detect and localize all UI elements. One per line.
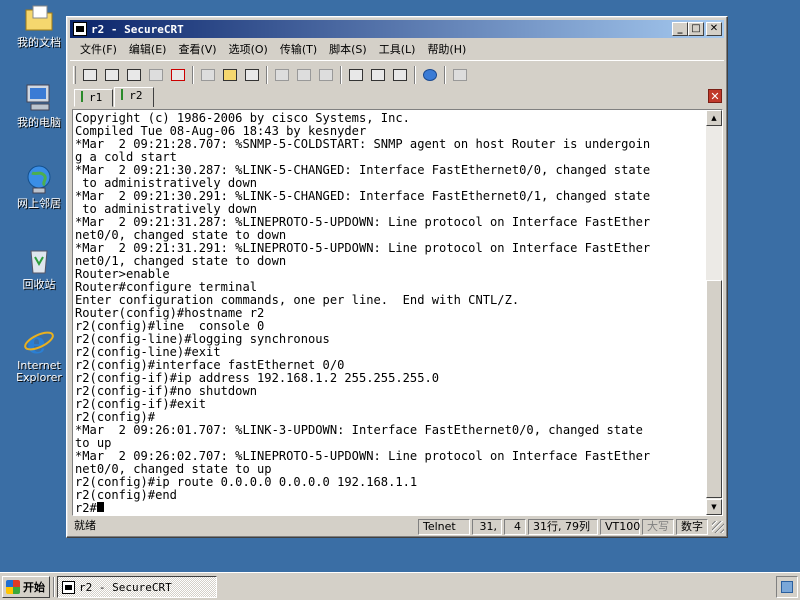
- session-tab-bar: r1 r2 ✕: [70, 87, 724, 107]
- start-label: 开始: [23, 581, 45, 594]
- resize-grip-icon[interactable]: [712, 521, 724, 533]
- desktop-icon-my-computer[interactable]: 我的电脑: [8, 82, 70, 129]
- print-icon[interactable]: [271, 65, 293, 85]
- title-bar[interactable]: r2 - SecureCRT _ □ ✕: [70, 20, 724, 38]
- window-title: r2 - SecureCRT: [91, 22, 184, 36]
- terminal-line: r2(config-if)#exit: [75, 397, 207, 411]
- terminal-output[interactable]: Copyright (c) 1986-2006 by cisco Systems…: [75, 112, 706, 512]
- vertical-scrollbar[interactable]: ▲ ▼: [706, 110, 722, 515]
- terminal-area[interactable]: Copyright (c) 1986-2006 by cisco Systems…: [72, 109, 723, 516]
- desktop-icon-label: 网上邻居: [17, 197, 61, 210]
- global-options-icon[interactable]: [367, 65, 389, 85]
- toolbar-separator: [414, 66, 416, 84]
- desktop-icon-my-documents[interactable]: 我的文档: [8, 2, 70, 49]
- desktop-icon-label: Internet Explorer: [16, 359, 62, 384]
- status-col: 4: [504, 519, 526, 535]
- menu-help[interactable]: 帮助(H): [421, 41, 472, 57]
- print-selection-icon[interactable]: [293, 65, 315, 85]
- status-ready: 就绪: [74, 519, 96, 532]
- start-button[interactable]: 开始: [2, 576, 50, 598]
- reconnect-icon[interactable]: [145, 65, 167, 85]
- taskbar: 开始 r2 - SecureCRT: [0, 572, 800, 600]
- menu-transfer[interactable]: 传输(T): [274, 41, 323, 57]
- taskbar-task-label: r2 - SecureCRT: [79, 580, 172, 594]
- desktop-icon-label: 回收站: [22, 278, 56, 291]
- desktop-icon-label: 我的文档: [17, 36, 61, 49]
- minimize-button[interactable]: _: [672, 22, 688, 36]
- scrollbar-thumb[interactable]: [706, 280, 722, 498]
- securecrt-app-icon[interactable]: [73, 22, 87, 36]
- menu-options[interactable]: 选项(O): [223, 41, 274, 57]
- paste-icon[interactable]: [219, 65, 241, 85]
- connection-status-icon: [81, 91, 83, 102]
- print-setup-icon[interactable]: [315, 65, 337, 85]
- terminal-cursor: [96, 502, 104, 512]
- connection-status-icon: [121, 89, 124, 100]
- status-num: 数字: [676, 519, 708, 535]
- tab-label: r2: [129, 89, 143, 102]
- find-icon[interactable]: [241, 65, 263, 85]
- scroll-down-icon[interactable]: ▼: [706, 499, 722, 515]
- menu-edit[interactable]: 编辑(E): [123, 41, 173, 57]
- tab-r2[interactable]: r2: [114, 87, 154, 107]
- windows-logo-icon: [6, 580, 20, 594]
- securecrt-app-icon: [62, 580, 75, 594]
- taskbar-securecrt-button[interactable]: r2 - SecureCRT: [57, 576, 217, 598]
- terminal-line: *Mar 2 09:26:01.707: %LINK-3-UPDOWN: Int…: [75, 423, 643, 437]
- desktop-icon-internet-explorer[interactable]: e Internet Explorer: [8, 325, 70, 384]
- system-tray: [776, 576, 798, 598]
- menu-file[interactable]: 文件(F): [74, 41, 123, 57]
- scroll-up-icon[interactable]: ▲: [706, 110, 722, 126]
- status-emulation: VT100: [600, 519, 640, 535]
- help-icon[interactable]: [419, 65, 441, 85]
- status-bar: 就绪 Telnet 31, 4 31行, 79列 VT100 大写 数字: [70, 518, 724, 536]
- taskbar-separator: [53, 577, 55, 597]
- my-documents-icon: [23, 2, 55, 34]
- close-tab-icon[interactable]: ✕: [708, 89, 722, 103]
- maximize-button[interactable]: □: [688, 22, 704, 36]
- session-options-icon[interactable]: [345, 65, 367, 85]
- connect-in-tab-icon[interactable]: [123, 65, 145, 85]
- connect-icon[interactable]: [79, 65, 101, 85]
- menu-view[interactable]: 查看(V): [172, 41, 222, 57]
- recycle-bin-icon: [23, 244, 55, 276]
- status-protocol: Telnet: [418, 519, 470, 535]
- status-row: 31,: [472, 519, 502, 535]
- menu-bar: 文件(F) 编辑(E) 查看(V) 选项(O) 传输(T) 脚本(S) 工具(L…: [70, 39, 724, 59]
- toolbar-separator: [340, 66, 342, 84]
- status-caps: 大写: [642, 519, 674, 535]
- terminal-line: r2(config)#end: [75, 488, 177, 502]
- desktop-icon-network[interactable]: 网上邻居: [8, 163, 70, 210]
- more-tools-icon[interactable]: [449, 65, 471, 85]
- my-computer-icon: [23, 82, 55, 114]
- securecrt-window: r2 - SecureCRT _ □ ✕ 文件(F) 编辑(E) 查看(V) 选…: [66, 16, 728, 538]
- menu-script[interactable]: 脚本(S): [323, 41, 373, 57]
- disconnect-icon[interactable]: [167, 65, 189, 85]
- desktop-icon-label: 我的电脑: [17, 116, 61, 129]
- svg-text:e: e: [27, 326, 46, 357]
- toolbar-separator: [444, 66, 446, 84]
- keymap-icon[interactable]: [389, 65, 411, 85]
- tab-r1[interactable]: r1: [74, 89, 114, 107]
- tab-label: r1: [89, 91, 103, 104]
- network-places-icon: [23, 163, 55, 195]
- status-size: 31行, 79列: [528, 519, 598, 535]
- toolbar-separator: [266, 66, 268, 84]
- copy-icon[interactable]: [197, 65, 219, 85]
- quick-connect-icon[interactable]: [101, 65, 123, 85]
- toolbar-separator: [192, 66, 194, 84]
- desktop-icon-recycle-bin[interactable]: 回收站: [8, 244, 70, 291]
- toolbar-grip[interactable]: [73, 66, 76, 84]
- close-button[interactable]: ✕: [706, 22, 722, 36]
- menu-tools[interactable]: 工具(L): [373, 41, 422, 57]
- network-tray-icon[interactable]: [781, 581, 793, 593]
- internet-explorer-icon: e: [23, 325, 55, 361]
- terminal-line: r2#: [75, 502, 706, 512]
